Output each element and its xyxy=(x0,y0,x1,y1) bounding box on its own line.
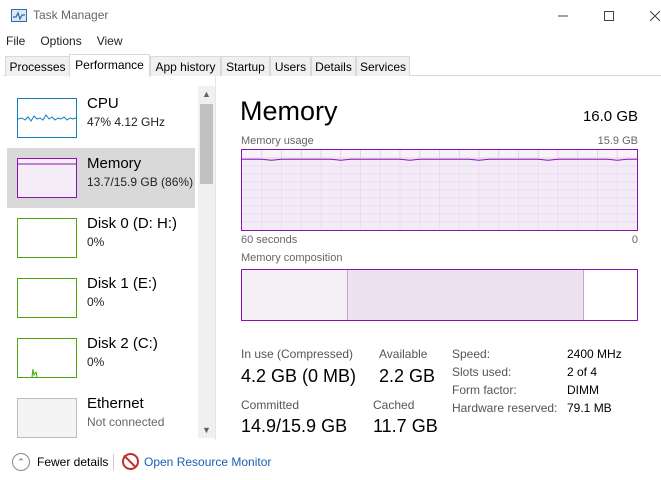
sidebar-item-subtitle: 0% xyxy=(87,235,105,249)
disk0-thumbnail-graph xyxy=(17,218,77,258)
sidebar-item-subtitle: 0% xyxy=(87,295,105,309)
memory-usage-graph xyxy=(241,149,638,231)
tab-processes[interactable]: Processes xyxy=(5,56,70,76)
tab-details[interactable]: Details xyxy=(311,56,356,76)
sidebar-item-title: CPU xyxy=(87,95,119,112)
disk2-thumbnail-graph xyxy=(17,338,77,378)
sidebar-item-subtitle: Not connected xyxy=(87,415,165,429)
in-use-value: 4.2 GB (0 MB) xyxy=(241,366,357,386)
menu-options[interactable]: Options xyxy=(34,32,86,52)
composition-in-use xyxy=(242,270,347,320)
committed-label: Committed xyxy=(241,398,300,412)
form-factor-label: Form factor: xyxy=(452,383,517,397)
menu-bar: File Options View xyxy=(0,32,132,52)
tab-app-history[interactable]: App history xyxy=(150,56,221,76)
available-label: Available xyxy=(379,347,428,361)
menu-file[interactable]: File xyxy=(0,32,30,52)
available-value: 2.2 GB xyxy=(379,366,436,386)
footer-divider xyxy=(113,454,114,470)
cpu-thumbnail-graph xyxy=(17,98,77,138)
form-factor-value: DIMM xyxy=(567,383,599,397)
resource-monitor-icon[interactable] xyxy=(122,453,139,470)
fewer-details-link[interactable]: Fewer details xyxy=(37,455,108,469)
maximize-icon xyxy=(604,11,614,21)
sidebar-item-subtitle: 47% 4.12 GHz xyxy=(87,115,166,129)
window-title: Task Manager xyxy=(33,8,109,22)
scroll-up-arrow-icon[interactable]: ▲ xyxy=(198,86,215,102)
maximize-button[interactable] xyxy=(586,0,632,32)
footer: ⌃ Fewer details Open Resource Monitor xyxy=(0,446,661,480)
sidebar-item-disk-0[interactable]: Disk 0 (D: H:) 0% xyxy=(7,208,195,268)
cached-value: 11.7 GB xyxy=(373,416,438,436)
tab-performance[interactable]: Performance xyxy=(69,54,150,77)
composition-standby xyxy=(346,270,584,320)
graph-axis-right: 0 xyxy=(631,234,638,246)
memory-composition-bar xyxy=(241,269,638,321)
tab-startup[interactable]: Startup xyxy=(221,56,270,76)
close-icon xyxy=(650,11,660,21)
ethernet-thumbnail-graph xyxy=(17,398,77,438)
sidebar-item-ethernet[interactable]: Ethernet Not connected xyxy=(7,388,195,448)
memory-thumbnail-graph xyxy=(17,158,77,198)
tab-strip: Processes Performance App history Startu… xyxy=(3,54,661,77)
memory-detail-panel: Memory 16.0 GB Memory usage 15.9 GB 60 s… xyxy=(217,76,661,440)
disk1-thumbnail-graph xyxy=(17,278,77,318)
composition-label: Memory composition xyxy=(241,252,343,264)
slots-used-label: Slots used: xyxy=(452,365,512,379)
chevron-up-icon[interactable]: ⌃ xyxy=(12,453,30,471)
minimize-button[interactable] xyxy=(540,0,586,32)
sidebar-item-subtitle: 0% xyxy=(87,355,105,369)
sidebar-item-title: Memory xyxy=(87,155,142,172)
usage-graph-max: 15.9 GB xyxy=(597,135,638,147)
total-memory: 16.0 GB xyxy=(582,108,638,125)
open-resource-monitor-link[interactable]: Open Resource Monitor xyxy=(144,455,271,469)
sidebar-item-cpu[interactable]: CPU 47% 4.12 GHz xyxy=(7,88,195,148)
resource-sidebar: CPU 47% 4.12 GHz Memory 13.7/15.9 GB (86… xyxy=(0,76,216,440)
sidebar-item-subtitle: 13.7/15.9 GB (86%) xyxy=(87,175,194,189)
usage-graph-label: Memory usage xyxy=(241,135,314,147)
committed-value: 14.9/15.9 GB xyxy=(241,416,348,436)
sidebar-item-disk-1[interactable]: Disk 1 (E:) 0% xyxy=(7,268,195,328)
scroll-thumb[interactable] xyxy=(200,104,213,184)
sidebar-item-title: Disk 0 (D: H:) xyxy=(87,215,177,232)
menu-view[interactable]: View xyxy=(91,32,128,52)
speed-label: Speed: xyxy=(452,347,491,361)
hardware-reserved-label: Hardware reserved: xyxy=(452,401,558,415)
task-manager-icon xyxy=(11,9,27,22)
minimize-icon xyxy=(558,15,568,17)
sidebar-scrollbar[interactable]: ▲ ▼ xyxy=(198,86,215,438)
sidebar-item-title: Ethernet xyxy=(87,395,144,412)
sidebar-item-title: Disk 2 (C:) xyxy=(87,335,158,352)
slots-used-value: 2 of 4 xyxy=(567,365,598,379)
sidebar-item-title: Disk 1 (E:) xyxy=(87,275,158,292)
in-use-label: In use (Compressed) xyxy=(241,347,354,361)
tab-users[interactable]: Users xyxy=(270,56,311,76)
scroll-down-arrow-icon[interactable]: ▼ xyxy=(198,422,215,438)
title-bar: Task Manager xyxy=(0,0,661,32)
close-button[interactable] xyxy=(632,0,661,32)
sidebar-item-memory[interactable]: Memory 13.7/15.9 GB (86%) xyxy=(7,148,195,208)
speed-value: 2400 MHz xyxy=(567,347,622,361)
cached-label: Cached xyxy=(373,398,415,412)
tab-services[interactable]: Services xyxy=(356,56,410,76)
hardware-reserved-value: 79.1 MB xyxy=(567,401,612,415)
sidebar-item-disk-2[interactable]: Disk 2 (C:) 0% xyxy=(7,328,195,388)
page-title: Memory xyxy=(240,96,338,126)
graph-axis-left: 60 seconds xyxy=(241,234,298,246)
